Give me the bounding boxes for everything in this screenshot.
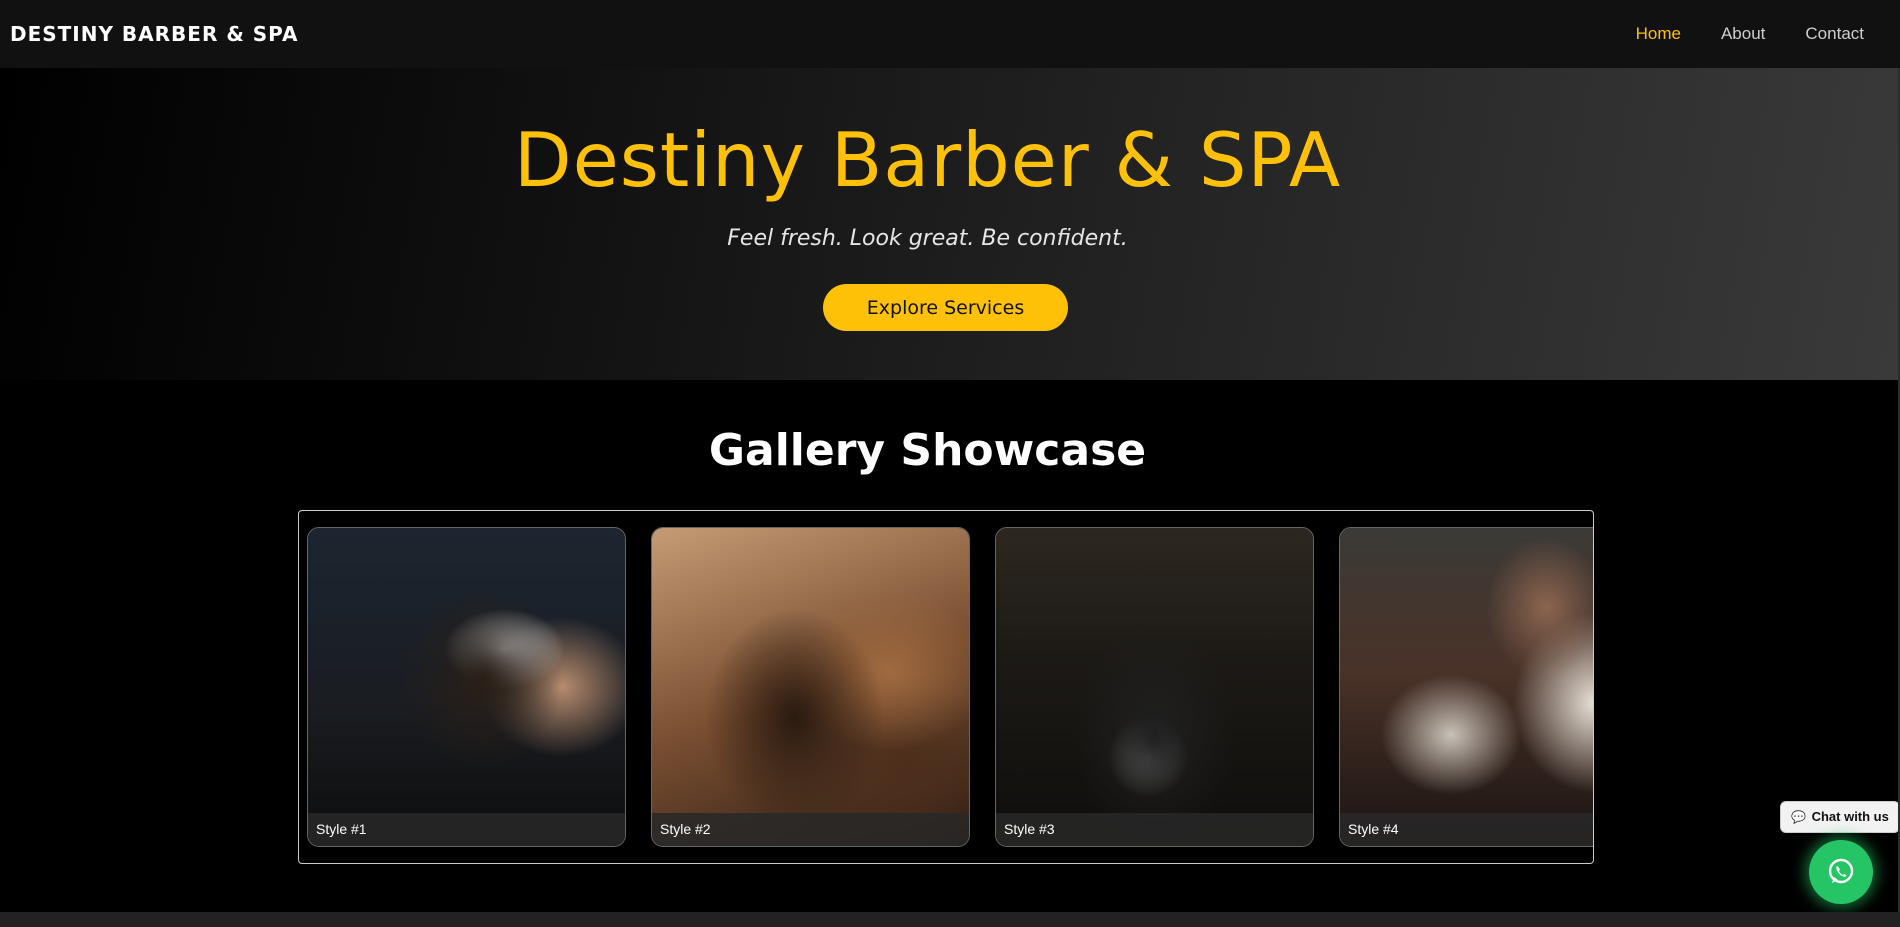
whatsapp-icon bbox=[1828, 858, 1854, 884]
gallery-title: Gallery Showcase bbox=[708, 425, 1147, 476]
nav-link-home[interactable]: Home bbox=[1636, 24, 1681, 44]
hero-section: Destiny Barber & SPA Feel fresh. Look gr… bbox=[0, 68, 1900, 380]
gallery-image-3 bbox=[996, 528, 1313, 846]
gallery-item-2[interactable]: Style #2 bbox=[651, 527, 970, 847]
whatsapp-chat-button[interactable] bbox=[1809, 840, 1873, 904]
gallery-caption: Style #3 bbox=[996, 813, 1313, 846]
hero-title: Destiny Barber & SPA bbox=[513, 116, 1342, 204]
chat-with-us-label[interactable]: 💬 Chat with us bbox=[1780, 801, 1900, 833]
nav-links: Home About Contact bbox=[1596, 24, 1864, 44]
footer-strip bbox=[0, 912, 1900, 927]
gallery-caption: Style #1 bbox=[308, 813, 625, 846]
speech-bubble-icon: 💬 bbox=[1791, 810, 1806, 824]
explore-services-button[interactable]: Explore Services bbox=[823, 284, 1068, 331]
gallery-caption: Style #2 bbox=[652, 813, 969, 846]
gallery-image-4 bbox=[1340, 528, 1593, 846]
hero-tagline: Feel fresh. Look great. Be confident. bbox=[727, 226, 1128, 251]
page: DESTINY BARBER & SPA Home About Contact … bbox=[0, 0, 1900, 927]
gallery-item-3[interactable]: Style #3 bbox=[995, 527, 1314, 847]
gallery-image-2 bbox=[652, 528, 969, 846]
brand-logo[interactable]: DESTINY BARBER & SPA bbox=[10, 22, 298, 46]
gallery-item-1[interactable]: Style #1 bbox=[307, 527, 626, 847]
nav-link-contact[interactable]: Contact bbox=[1805, 24, 1864, 44]
navbar: DESTINY BARBER & SPA Home About Contact bbox=[0, 0, 1900, 68]
gallery-track: Style #1 Style #2 Style #3 Style #4 bbox=[307, 527, 1593, 847]
chat-label-text: Chat with us bbox=[1811, 809, 1889, 824]
gallery-caption: Style #4 bbox=[1340, 813, 1593, 846]
nav-link-about[interactable]: About bbox=[1721, 24, 1765, 44]
gallery-image-1 bbox=[308, 528, 625, 846]
gallery-carousel[interactable]: Style #1 Style #2 Style #3 Style #4 bbox=[298, 510, 1594, 864]
gallery-item-4[interactable]: Style #4 bbox=[1339, 527, 1593, 847]
